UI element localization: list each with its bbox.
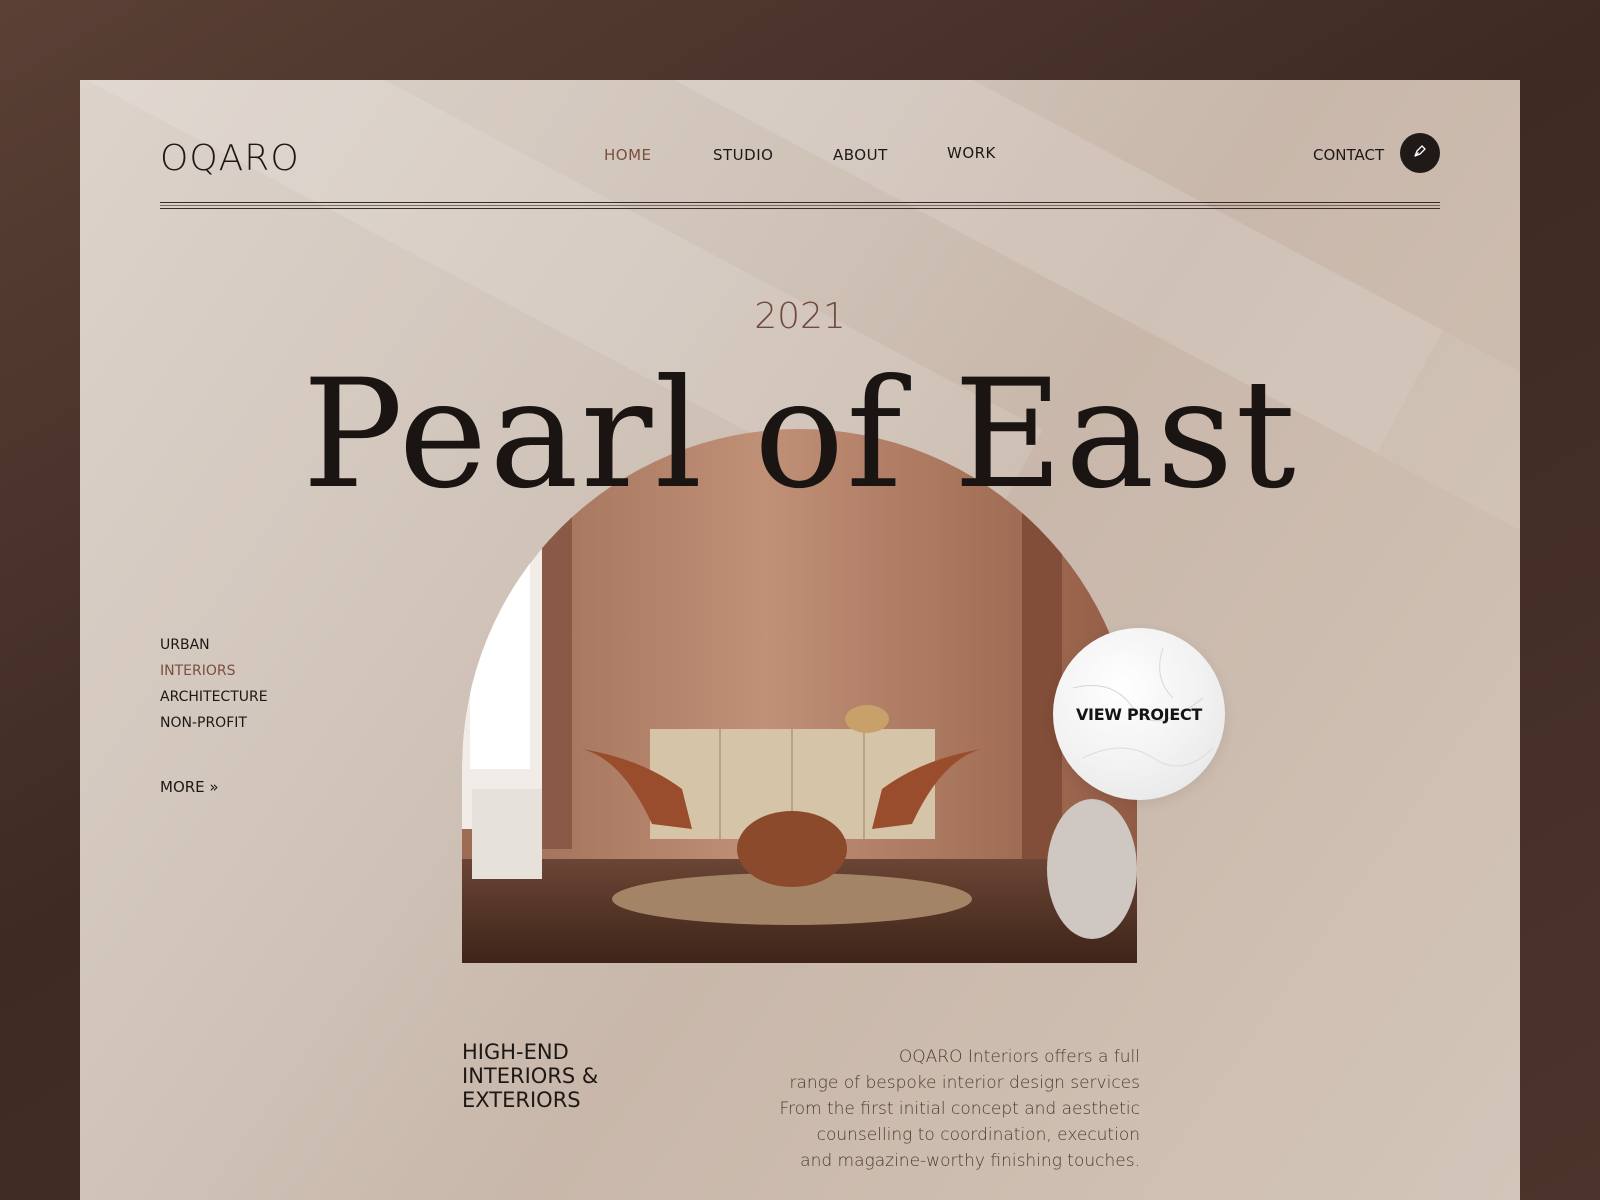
more-link[interactable]: MORE » [160, 778, 219, 796]
pen-nib-icon [1412, 143, 1428, 163]
category-non-profit[interactable]: NON-PROFIT [160, 710, 268, 736]
header-divider [160, 202, 1440, 203]
tagline-line: EXTERIORS [462, 1088, 581, 1112]
website-panel: OQARO HOME STUDIO ABOUT WORK CONTACT 202… [80, 80, 1520, 1200]
description-line: range of bespoke interior design service… [789, 1073, 1140, 1093]
header-divider [160, 205, 1440, 206]
contact-button[interactable] [1400, 133, 1440, 173]
category-interiors[interactable]: INTERIORS [160, 658, 268, 684]
category-nav: URBAN INTERIORS ARCHITECTURE NON-PROFIT [160, 632, 268, 736]
description-line: From the first initial concept and aesth… [779, 1099, 1140, 1119]
studio-description: OQARO Interiors offers a full range of b… [760, 1044, 1140, 1174]
description-line: and magazine-worthy finishing touches. [800, 1151, 1140, 1171]
nav-home[interactable]: HOME [604, 146, 652, 164]
tagline: HIGH-END INTERIORS & EXTERIORS [462, 1040, 722, 1112]
category-architecture[interactable]: ARCHITECTURE [160, 684, 268, 710]
nav-work[interactable]: WORK [947, 144, 996, 162]
header-divider [160, 208, 1440, 209]
view-project-label: VIEW PROJECT [1075, 704, 1203, 724]
main-nav: HOME STUDIO ABOUT WORK [80, 144, 1520, 176]
description-line: OQARO Interiors offers a full [898, 1047, 1140, 1067]
description-line: counselling to coordination, execution [816, 1125, 1140, 1145]
view-project-button[interactable]: VIEW PROJECT [1053, 628, 1225, 800]
category-urban[interactable]: URBAN [160, 632, 268, 658]
tagline-line: HIGH-END [462, 1040, 569, 1064]
tagline-line: INTERIORS & [462, 1064, 599, 1088]
contact-link[interactable]: CONTACT [1313, 146, 1384, 164]
nav-about[interactable]: ABOUT [833, 146, 888, 164]
hero-title: Pearl of East [302, 348, 1298, 522]
nav-studio[interactable]: STUDIO [713, 146, 773, 164]
project-year: 2021 [754, 296, 846, 337]
